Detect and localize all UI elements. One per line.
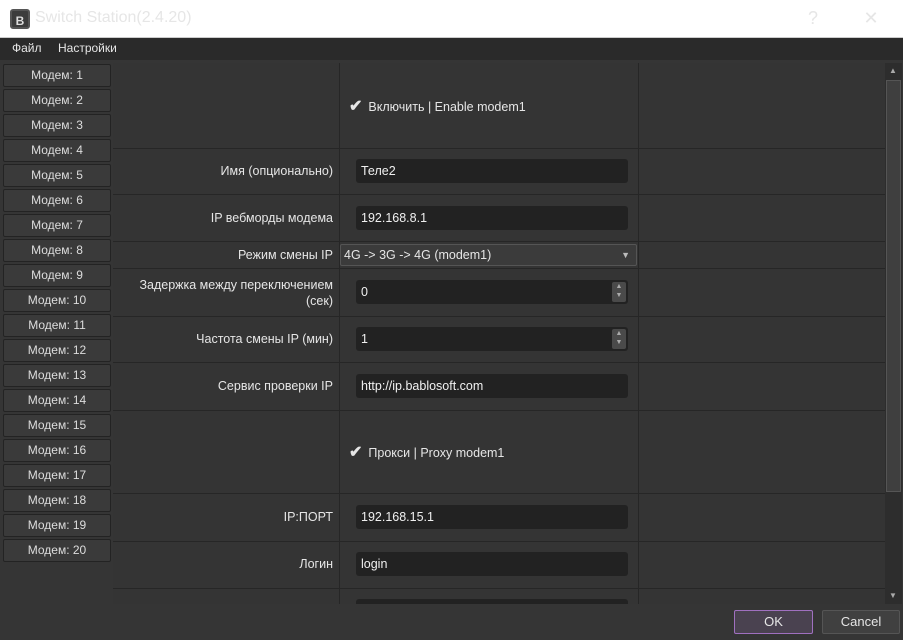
name-input[interactable]: Теле2: [356, 159, 628, 183]
login-input[interactable]: login: [356, 552, 628, 576]
divider: [113, 268, 885, 269]
enable-modem-checkbox[interactable]: ✔ Включить | Enable modem1: [349, 96, 526, 116]
divider: [113, 316, 885, 317]
delay-label: Задержка между переключением (сек): [139, 278, 333, 308]
sidebar-item-modem-10[interactable]: Модем: 10: [3, 289, 111, 312]
divider: [113, 588, 885, 589]
settings-form: ✔ Включить | Enable modem1 Имя (опциональ…: [113, 63, 885, 604]
delay-value: 0: [361, 285, 368, 299]
mode-label: Режим смены IP: [238, 248, 333, 262]
checkmark-icon: ✔: [349, 444, 363, 461]
scroll-up-icon[interactable]: ▲: [889, 66, 897, 75]
sidebar-item-modem-14[interactable]: Модем: 14: [3, 389, 111, 412]
ip-input[interactable]: 192.168.8.1: [356, 206, 628, 230]
login-label: Логин: [299, 557, 333, 571]
ok-button[interactable]: OK: [734, 610, 813, 634]
ip-label: IP вебморды модема: [210, 211, 333, 225]
sidebar-item-modem-17[interactable]: Модем: 17: [3, 464, 111, 487]
chevron-down-icon: ▼: [621, 250, 630, 260]
scrollbar-thumb[interactable]: [886, 80, 901, 492]
sidebar-item-modem-6[interactable]: Модем: 6: [3, 189, 111, 212]
name-label: Имя (опционально): [220, 164, 333, 178]
enable-label: Включить | Enable modem1: [368, 100, 526, 114]
sidebar-item-modem-13[interactable]: Модем: 13: [3, 364, 111, 387]
menu-settings[interactable]: Настройки: [58, 41, 117, 55]
freq-value: 1: [361, 332, 368, 346]
freq-label: Частота смены IP (мин): [196, 332, 333, 346]
divider: [113, 541, 885, 542]
mode-select[interactable]: 4G -> 3G -> 4G (modem1) ▼: [340, 244, 637, 266]
menu-file[interactable]: Файл: [12, 41, 42, 55]
mode-value: 4G -> 3G -> 4G (modem1): [344, 248, 492, 262]
divider: [113, 194, 885, 195]
scroll-down-icon[interactable]: ▼: [889, 591, 897, 600]
sidebar-item-modem-19[interactable]: Модем: 19: [3, 514, 111, 537]
spin-arrows-icon[interactable]: ▲ ▼: [612, 329, 626, 349]
ipport-label: IP:ПОРТ: [283, 510, 333, 524]
app-icon: B: [10, 9, 30, 29]
freq-spinbox[interactable]: 1 ▲ ▼: [356, 327, 628, 351]
sidebar-item-modem-8[interactable]: Модем: 8: [3, 239, 111, 262]
divider: [113, 362, 885, 363]
sidebar-item-modem-20[interactable]: Модем: 20: [3, 539, 111, 562]
menu-bar: [0, 38, 903, 60]
sidebar-item-modem-2[interactable]: Модем: 2: [3, 89, 111, 112]
sidebar-item-modem-9[interactable]: Модем: 9: [3, 264, 111, 287]
proxy-checkbox[interactable]: ✔ Прокси | Proxy modem1: [349, 442, 504, 462]
sidebar-item-modem-16[interactable]: Модем: 16: [3, 439, 111, 462]
sidebar-item-modem-11[interactable]: Модем: 11: [3, 314, 111, 337]
password-input[interactable]: [356, 599, 628, 604]
delay-spinbox[interactable]: 0 ▲ ▼: [356, 280, 628, 304]
sidebar-item-modem-12[interactable]: Модем: 12: [3, 339, 111, 362]
sidebar-item-modem-15[interactable]: Модем: 15: [3, 414, 111, 437]
divider: [113, 410, 885, 411]
close-button[interactable]: ✕: [856, 8, 886, 29]
spin-arrows-icon[interactable]: ▲ ▼: [612, 282, 626, 302]
divider: [113, 493, 885, 494]
service-label: Сервис проверки IP: [217, 379, 333, 393]
sidebar-item-modem-7[interactable]: Модем: 7: [3, 214, 111, 237]
sidebar-item-modem-18[interactable]: Модем: 18: [3, 489, 111, 512]
divider: [113, 241, 885, 242]
service-input[interactable]: http://ip.bablosoft.com: [356, 374, 628, 398]
divider: [339, 63, 340, 604]
ipport-input[interactable]: 192.168.15.1: [356, 505, 628, 529]
sidebar-item-modem-3[interactable]: Модем: 3: [3, 114, 111, 137]
checkmark-icon: ✔: [349, 98, 363, 115]
sidebar-item-modem-5[interactable]: Модем: 5: [3, 164, 111, 187]
sidebar-item-modem-4[interactable]: Модем: 4: [3, 139, 111, 162]
help-button[interactable]: ?: [798, 8, 828, 29]
cancel-button[interactable]: Cancel: [822, 610, 900, 634]
sidebar-item-modem-1[interactable]: Модем: 1: [3, 64, 111, 87]
proxy-label: Прокси | Proxy modem1: [368, 446, 505, 460]
window-title: Switch Station(2.4.20): [35, 9, 192, 26]
divider: [638, 63, 639, 604]
divider: [113, 148, 885, 149]
